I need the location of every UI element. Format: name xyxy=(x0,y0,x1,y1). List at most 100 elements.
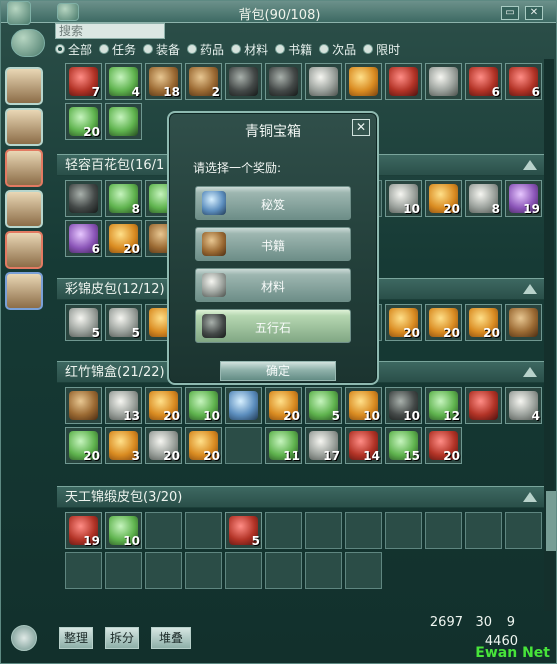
inventory-slot[interactable]: 20 xyxy=(145,427,182,464)
radio-button-icon[interactable] xyxy=(231,44,242,54)
inventory-slot[interactable]: 20 xyxy=(145,387,182,424)
inventory-slot[interactable] xyxy=(65,180,102,217)
inventory-slot[interactable]: 6 xyxy=(505,63,542,100)
radio-button-icon[interactable] xyxy=(143,44,154,54)
inventory-slot[interactable]: 5 xyxy=(105,304,142,341)
backpack-icon[interactable] xyxy=(11,29,45,57)
inventory-slot[interactable]: 15 xyxy=(385,427,422,464)
bag-tab-4[interactable] xyxy=(5,190,43,228)
inventory-slot[interactable]: 2 xyxy=(185,63,222,100)
inventory-slot[interactable] xyxy=(425,63,462,100)
inventory-slot[interactable] xyxy=(105,103,142,140)
collapse-arrow-icon[interactable] xyxy=(523,492,537,502)
inventory-slot[interactable]: 20 xyxy=(105,220,142,257)
search-input[interactable]: 搜索 xyxy=(55,23,165,39)
inventory-slot[interactable] xyxy=(265,552,302,589)
reward-choice-1[interactable]: 秘笈 xyxy=(195,186,351,220)
scroll-down-arrow-icon[interactable] xyxy=(543,603,555,615)
inventory-slot[interactable]: 20 xyxy=(65,427,102,464)
inventory-slot[interactable] xyxy=(305,512,342,549)
collapse-arrow-icon[interactable] xyxy=(523,160,537,170)
inventory-slot[interactable]: 7 xyxy=(65,63,102,100)
bag-tab-5[interactable] xyxy=(5,231,43,269)
filter-2[interactable]: 装备 xyxy=(143,41,180,58)
radio-button-icon[interactable] xyxy=(363,44,374,54)
inventory-slot[interactable]: 19 xyxy=(505,180,542,217)
inventory-slot[interactable]: 20 xyxy=(425,304,462,341)
collapse-arrow-icon[interactable] xyxy=(523,367,537,377)
inventory-slot[interactable] xyxy=(465,387,502,424)
minimize-button[interactable]: ▭ xyxy=(501,6,519,20)
filter-4[interactable]: 材料 xyxy=(231,41,268,58)
confirm-button[interactable]: 确定 xyxy=(220,361,336,381)
inventory-slot[interactable] xyxy=(305,552,342,589)
filter-0[interactable]: 全部 xyxy=(55,41,92,58)
inventory-slot[interactable]: 5 xyxy=(305,387,342,424)
inventory-slot[interactable]: 18 xyxy=(145,63,182,100)
bag-tab-3[interactable] xyxy=(5,149,43,187)
inventory-slot[interactable]: 20 xyxy=(185,427,222,464)
inventory-slot[interactable] xyxy=(465,512,502,549)
filter-6[interactable]: 次品 xyxy=(319,41,356,58)
inventory-slot[interactable] xyxy=(265,512,302,549)
filter-5[interactable]: 书籍 xyxy=(275,41,312,58)
inventory-slot[interactable]: 20 xyxy=(65,103,102,140)
reward-choice-3[interactable]: 材料 xyxy=(195,268,351,302)
inventory-slot[interactable]: 3 xyxy=(105,427,142,464)
inventory-slot[interactable] xyxy=(385,63,422,100)
filter-1[interactable]: 任务 xyxy=(99,41,136,58)
inventory-slot[interactable] xyxy=(225,387,262,424)
inventory-slot[interactable]: 4 xyxy=(105,63,142,100)
inventory-slot[interactable]: 20 xyxy=(465,304,502,341)
inventory-slot[interactable]: 19 xyxy=(65,512,102,549)
inventory-slot[interactable] xyxy=(345,63,382,100)
bag-tab-2[interactable] xyxy=(5,108,43,146)
inventory-slot[interactable] xyxy=(225,427,262,464)
dialog-close-button[interactable]: ✕ xyxy=(352,119,370,136)
inventory-slot[interactable]: 10 xyxy=(345,387,382,424)
inventory-slot[interactable] xyxy=(305,63,342,100)
inventory-slot[interactable] xyxy=(145,552,182,589)
reward-choice-4[interactable]: 五行石 xyxy=(195,309,351,343)
stack-button[interactable]: 堆叠 xyxy=(151,627,191,649)
inventory-slot[interactable] xyxy=(385,512,422,549)
scrollbar-thumb[interactable] xyxy=(546,491,556,551)
inventory-slot[interactable]: 8 xyxy=(105,180,142,217)
inventory-slot[interactable]: 8 xyxy=(465,180,502,217)
inventory-slot[interactable]: 20 xyxy=(385,304,422,341)
inventory-slot[interactable] xyxy=(425,512,462,549)
inventory-slot[interactable] xyxy=(345,512,382,549)
inventory-slot[interactable]: 10 xyxy=(105,512,142,549)
inventory-slot[interactable] xyxy=(505,512,542,549)
inventory-slot[interactable] xyxy=(65,552,102,589)
inventory-slot[interactable]: 10 xyxy=(385,180,422,217)
inventory-slot[interactable]: 10 xyxy=(385,387,422,424)
inventory-slot[interactable]: 5 xyxy=(65,304,102,341)
collapse-arrow-icon[interactable] xyxy=(523,284,537,294)
reward-choice-2[interactable]: 书籍 xyxy=(195,227,351,261)
inventory-slot[interactable]: 20 xyxy=(265,387,302,424)
radio-button-icon[interactable] xyxy=(275,44,286,54)
scroll-up-arrow-icon[interactable] xyxy=(543,59,555,71)
inventory-slot[interactable]: 12 xyxy=(425,387,462,424)
settings-gear-icon[interactable] xyxy=(11,625,37,651)
inventory-slot[interactable]: 14 xyxy=(345,427,382,464)
inventory-slot[interactable] xyxy=(65,387,102,424)
inventory-slot[interactable] xyxy=(225,63,262,100)
inventory-slot[interactable]: 13 xyxy=(105,387,142,424)
inventory-slot[interactable] xyxy=(185,512,222,549)
inventory-slot[interactable]: 20 xyxy=(425,427,462,464)
inventory-slot[interactable]: 4 xyxy=(505,387,542,424)
inventory-slot[interactable]: 6 xyxy=(465,63,502,100)
close-button[interactable]: ✕ xyxy=(525,6,543,20)
bag-tab-6[interactable] xyxy=(5,272,43,310)
inventory-slot[interactable]: 20 xyxy=(425,180,462,217)
inventory-slot[interactable] xyxy=(185,552,222,589)
split-button[interactable]: 拆分 xyxy=(105,627,139,649)
filter-7[interactable]: 限时 xyxy=(363,41,400,58)
inventory-slot[interactable] xyxy=(145,512,182,549)
inventory-slot[interactable]: 17 xyxy=(305,427,342,464)
inventory-slot[interactable]: 11 xyxy=(265,427,302,464)
inventory-slot[interactable]: 6 xyxy=(65,220,102,257)
inventory-slot[interactable] xyxy=(105,552,142,589)
